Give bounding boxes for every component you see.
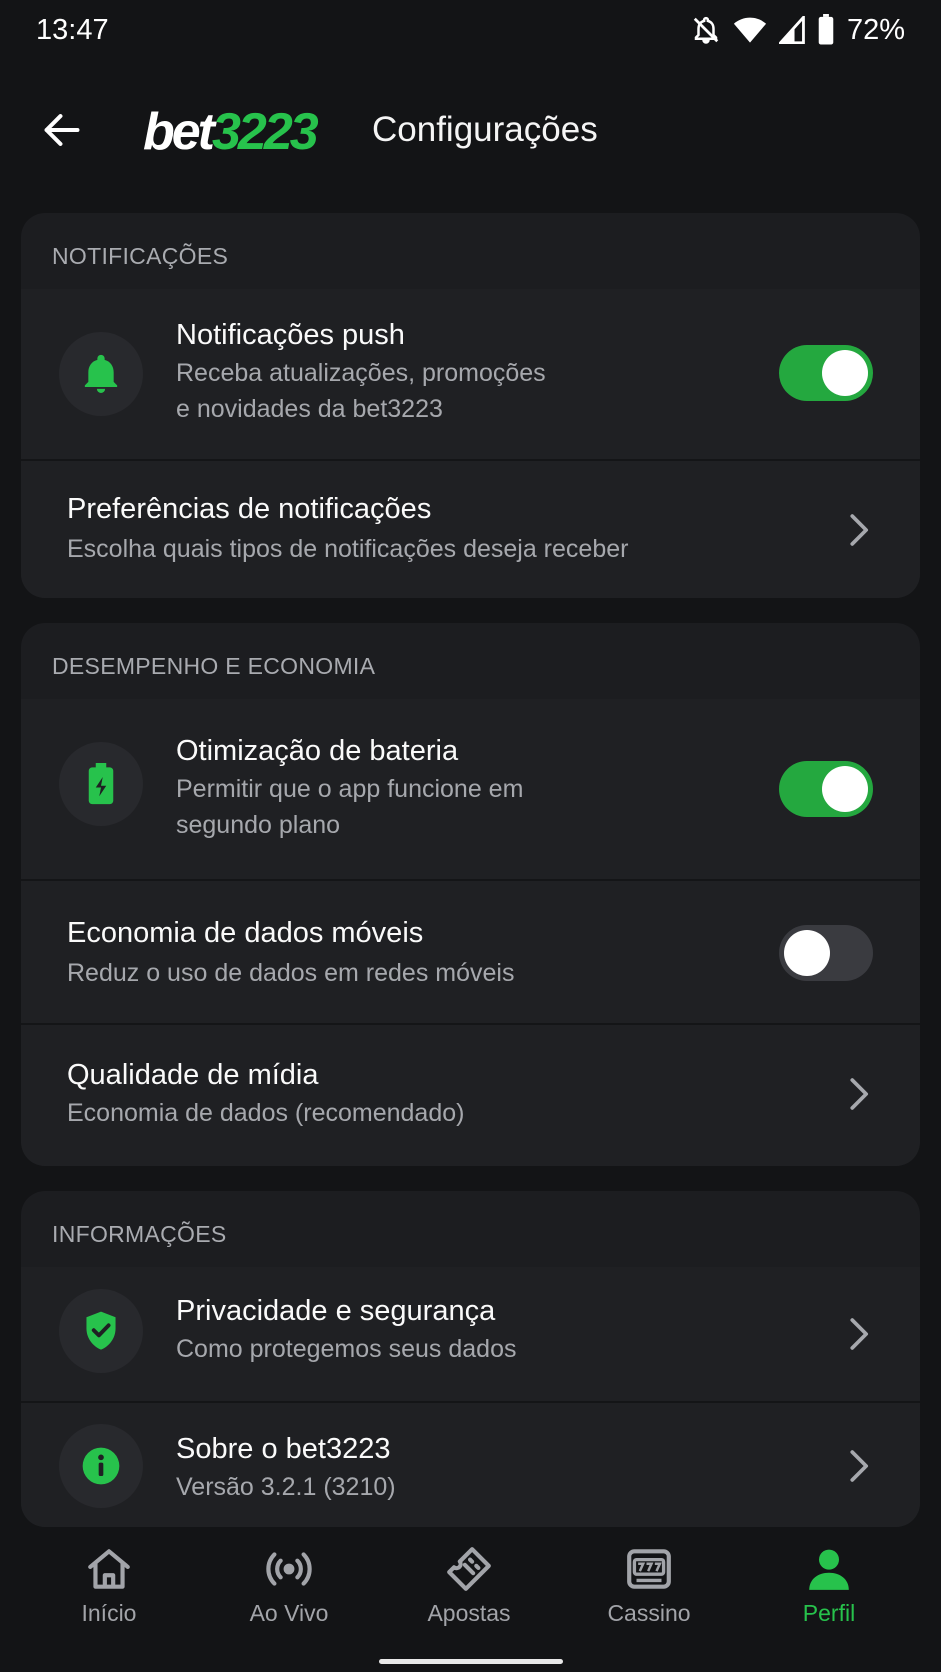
nav-item-perfil[interactable]: Perfil <box>739 1544 919 1644</box>
status-time: 13:47 <box>36 14 109 46</box>
privacy-security-title: Privacidade e segurança <box>176 1295 496 1327</box>
arrow-left-icon <box>44 114 80 146</box>
privacy-security-subtitle: Como protegemos seus dados <box>176 1335 517 1363</box>
media-quality-title: Qualidade de mídia <box>67 1059 319 1091</box>
shield-check-icon <box>59 1289 143 1373</box>
page-title: Configurações <box>372 110 598 149</box>
about-app-row[interactable]: Sobre o bet3223 Versão 3.2.1 (3210) <box>21 1401 920 1527</box>
nav-item-inicio[interactable]: Início <box>19 1544 199 1644</box>
nav-label: Ao Vivo <box>249 1600 329 1626</box>
person-icon <box>809 1549 849 1590</box>
toggle-knob <box>784 930 830 976</box>
chevron-right-icon <box>850 1450 869 1482</box>
ticket-icon <box>447 1547 491 1591</box>
performance-card: DESEMPENHO E ECONOMIA Otimização de bate… <box>21 623 920 1166</box>
battery-optimization-toggle[interactable] <box>779 761 873 817</box>
mobile-data-saver-row[interactable]: Economia de dados móveis Reduz o uso de … <box>21 879 920 1023</box>
nav-label: Perfil <box>802 1600 856 1626</box>
back-button[interactable] <box>38 106 86 154</box>
notification-preferences-row[interactable]: Preferências de notificações Escolha qua… <box>21 459 920 598</box>
battery-optimization-subtitle-2: segundo plano <box>176 811 341 839</box>
notifications-card: NOTIFICAÇÕES Notificações push Receba at… <box>21 213 920 598</box>
mobile-data-saver-toggle[interactable] <box>779 925 873 981</box>
nav-item-apostas[interactable]: Apostas <box>379 1544 559 1644</box>
media-quality-row[interactable]: Qualidade de mídia Economia de dados (re… <box>21 1023 920 1166</box>
toggle-knob <box>822 350 868 396</box>
bottom-navigation: Início Ao Vivo Apostas Cassino Perfil <box>0 1530 941 1672</box>
home-icon <box>88 1549 130 1589</box>
status-bar: 13:47 72% <box>0 0 941 62</box>
section-label-notifications: NOTIFICAÇÕES <box>52 243 229 269</box>
push-notifications-subtitle-2: e novidades da bet3223 <box>176 395 443 423</box>
notification-preferences-subtitle: Escolha quais tipos de notificações dese… <box>67 535 629 563</box>
push-notifications-title: Notificações push <box>176 319 405 351</box>
push-notifications-row[interactable]: Notificações push Receba atualizações, p… <box>21 289 920 459</box>
nav-label: Apostas <box>427 1600 511 1626</box>
info-icon <box>59 1424 143 1508</box>
chevron-right-icon <box>850 1078 869 1110</box>
slot-machine-icon <box>627 1549 671 1589</box>
battery-icon <box>817 14 835 46</box>
toggle-knob <box>822 766 868 812</box>
bell-icon <box>59 332 143 416</box>
battery-optimization-title: Otimização de bateria <box>176 735 459 767</box>
notification-preferences-title: Preferências de notificações <box>67 493 432 525</box>
nav-item-cassino[interactable]: Cassino <box>559 1544 739 1644</box>
home-indicator <box>379 1659 563 1664</box>
about-app-title: Sobre o bet3223 <box>176 1433 391 1465</box>
brand-logo: bet3223 <box>143 103 319 161</box>
push-notifications-subtitle-1: Receba atualizações, promoções <box>176 359 546 387</box>
nav-label: Cassino <box>607 1600 691 1626</box>
battery-charging-icon <box>59 742 143 826</box>
nav-item-ao-vivo[interactable]: Ao Vivo <box>199 1544 379 1644</box>
media-quality-subtitle: Economia de dados (recomendado) <box>67 1099 465 1127</box>
bell-muted-icon <box>691 14 721 46</box>
mobile-data-saver-subtitle: Reduz o uso de dados em redes móveis <box>67 959 515 987</box>
push-notifications-toggle[interactable] <box>779 345 873 401</box>
live-broadcast-icon <box>266 1552 312 1586</box>
privacy-security-row[interactable]: Privacidade e segurança Como protegemos … <box>21 1267 920 1401</box>
app-header: bet3223 Configurações <box>0 62 941 202</box>
section-label-performance: DESEMPENHO E ECONOMIA <box>52 653 376 679</box>
wifi-icon <box>733 16 767 44</box>
chevron-right-icon <box>850 514 869 546</box>
app-version: Versão 3.2.1 (3210) <box>176 1473 396 1501</box>
battery-optimization-row[interactable]: Otimização de bateria Permitir que o app… <box>21 699 920 879</box>
section-label-info: INFORMAÇÕES <box>52 1221 227 1247</box>
nav-label: Início <box>81 1600 137 1626</box>
cell-signal-icon <box>778 16 805 44</box>
info-card: INFORMAÇÕES Privacidade e segurança Como… <box>21 1191 920 1527</box>
battery-percentage: 72% <box>846 13 905 46</box>
chevron-right-icon <box>850 1318 869 1350</box>
mobile-data-saver-title: Economia de dados móveis <box>67 917 424 949</box>
battery-optimization-subtitle-1: Permitir que o app funcione em <box>176 775 524 803</box>
status-icons: 72% <box>691 12 905 48</box>
